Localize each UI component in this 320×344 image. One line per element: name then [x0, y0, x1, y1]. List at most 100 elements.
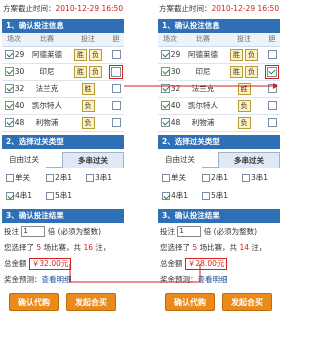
deadline: 方案截止时间：2010-12-29 16:50 [159, 4, 280, 13]
bet-pill-lose[interactable]: 负 [81, 99, 95, 112]
match-checkbox[interactable] [160, 50, 170, 60]
bet-pill-lose[interactable]: 负 [237, 99, 251, 112]
total-amount: ￥32.00元 [28, 257, 72, 270]
match-checkbox[interactable] [4, 118, 14, 128]
bet-pill-win[interactable]: 胜 [81, 82, 95, 95]
bet-pill-lose[interactable]: 负 [89, 65, 102, 78]
option-2x1[interactable]: 2串1 [202, 172, 228, 183]
bet-pill-win[interactable]: 胜 [74, 65, 87, 78]
match-checkbox[interactable] [4, 50, 14, 60]
match-checkbox[interactable] [4, 84, 14, 94]
bet-pill-lose[interactable]: 负 [81, 116, 95, 129]
option-3x1[interactable]: 3串1 [86, 172, 112, 183]
banker-checkbox[interactable] [111, 84, 121, 94]
prize-row: 奖金预测：查看明细 [160, 274, 228, 284]
prize-row: 奖金预测：查看明细 [4, 274, 72, 284]
match-checkbox[interactable] [160, 84, 170, 94]
match-checkbox[interactable] [160, 67, 170, 77]
total-row: 总金额 ￥28.00元 [158, 257, 280, 271]
bet-pill-win[interactable]: 胜 [230, 65, 243, 78]
summary-row: 您选择了 5 场比赛，共 14 注， [160, 242, 267, 252]
match-checkbox[interactable] [160, 101, 170, 111]
prize-detail-link[interactable]: 查看明细 [198, 275, 228, 284]
start-group-buy-button[interactable]: 发起合买 [66, 292, 116, 311]
pass-options: 单关 2串1 3串1 4串1 5串1 [158, 170, 280, 206]
team-name: 法兰克 [26, 80, 68, 98]
option-4x1[interactable]: 4串1 [6, 190, 32, 201]
section-confirm-bet-info: 1、确认投注信息 [2, 19, 124, 33]
match-checkbox[interactable] [4, 67, 14, 77]
bet-panel-after: 方案截止时间：2010-12-29 16:50 1、确认投注信息 场次 比赛 投… [158, 2, 280, 313]
col-header-bet: 投注 [68, 33, 108, 47]
table-row: 29 阿德莱德 胜负 [2, 46, 124, 64]
bet-pill-lose[interactable]: 负 [89, 48, 102, 61]
table-row: 30 印尼 胜负 [2, 63, 124, 81]
section-pass-type: 2、选择过关类型 [2, 134, 124, 149]
match-checkbox[interactable] [4, 101, 14, 111]
total-amount: ￥28.00元 [184, 257, 228, 270]
table-row: 48 利物浦 负 [158, 114, 280, 132]
option-5x1[interactable]: 5串1 [202, 190, 228, 201]
bet-pill-win[interactable]: 胜 [74, 48, 87, 61]
col-header-bet: 投注 [224, 33, 264, 47]
section-pass-type: 2、选择过关类型 [158, 134, 280, 149]
option-5x1[interactable]: 5串1 [46, 190, 72, 201]
multiplier-input[interactable]: 1 [21, 226, 46, 237]
pass-type-tabs: 自由过关 多串过关 [2, 151, 124, 168]
col-header-banker: 胆 [264, 33, 280, 47]
option-3x1[interactable]: 3串1 [242, 172, 268, 183]
col-header-match: 比赛 [182, 33, 224, 47]
total-row: 总金额 ￥32.00元 [2, 257, 124, 271]
team-name: 利物浦 [182, 114, 224, 132]
col-header-match: 比赛 [26, 33, 68, 47]
tab-free-pass[interactable]: 自由过关 [158, 151, 202, 168]
table-row: 30 印尼 胜负 [158, 63, 280, 81]
pass-options: 单关 2串1 3串1 4串1 5串1 [2, 170, 124, 206]
banker-checkbox[interactable] [111, 101, 121, 111]
banker-checkbox[interactable] [111, 50, 121, 60]
team-name: 印尼 [182, 63, 224, 81]
col-header-index: 场次 [2, 33, 26, 47]
match-checkbox[interactable] [160, 118, 170, 128]
table-row: 40 凯尔特人 负 [158, 97, 280, 115]
banker-checkbox[interactable] [267, 84, 277, 94]
banker-checkbox-checked[interactable] [265, 64, 279, 79]
bet-pill-win[interactable]: 胜 [237, 82, 251, 95]
tab-multi-pass[interactable]: 多串过关 [62, 151, 124, 168]
tab-free-pass[interactable]: 自由过关 [2, 151, 46, 168]
pass-type-tabs: 自由过关 多串过关 [158, 151, 280, 168]
option-single[interactable]: 单关 [162, 172, 186, 183]
tab-multi-pass[interactable]: 多串过关 [218, 151, 280, 168]
bet-pill-lose[interactable]: 负 [245, 65, 258, 78]
team-name: 凯尔特人 [26, 97, 68, 115]
section-confirm-bet-info: 1、确认投注信息 [158, 19, 280, 33]
bet-pill-lose[interactable]: 负 [245, 48, 258, 61]
banker-checkbox[interactable] [267, 101, 277, 111]
table-row: 40 凯尔特人 负 [2, 97, 124, 115]
team-name: 阿德莱德 [26, 46, 68, 64]
col-header-index: 场次 [158, 33, 182, 47]
option-single[interactable]: 单关 [6, 172, 30, 183]
banker-checkbox[interactable] [267, 118, 277, 128]
bet-panel-before: 方案截止时间：2010-12-29 16:50 1、确认投注信息 场次 比赛 投… [2, 2, 124, 313]
confirm-purchase-button[interactable]: 确认代购 [9, 292, 59, 311]
team-name: 利物浦 [26, 114, 68, 132]
section-confirm-result: 3、确认投注结果 [158, 208, 280, 223]
multiplier-input[interactable]: 1 [177, 226, 202, 237]
bet-pill-win[interactable]: 胜 [230, 48, 243, 61]
start-group-buy-button[interactable]: 发起合买 [222, 292, 272, 311]
option-4x1[interactable]: 4串1 [162, 190, 188, 201]
table-row: 29 阿德莱德 胜负 [158, 46, 280, 64]
option-2x1[interactable]: 2串1 [46, 172, 72, 183]
banker-checkbox[interactable] [267, 50, 277, 60]
banker-checkbox[interactable] [111, 118, 121, 128]
summary-row: 您选择了 5 场比赛，共 16 注， [4, 242, 111, 252]
banker-checkbox-highlighted[interactable] [109, 64, 123, 79]
team-name: 凯尔特人 [182, 97, 224, 115]
confirm-purchase-button[interactable]: 确认代购 [165, 292, 215, 311]
team-name: 法兰克 [182, 80, 224, 98]
bet-pill-lose[interactable]: 负 [237, 116, 251, 129]
deadline: 方案截止时间：2010-12-29 16:50 [3, 4, 124, 13]
section-confirm-result: 3、确认投注结果 [2, 208, 124, 223]
prize-detail-link[interactable]: 查看明细 [42, 275, 72, 284]
